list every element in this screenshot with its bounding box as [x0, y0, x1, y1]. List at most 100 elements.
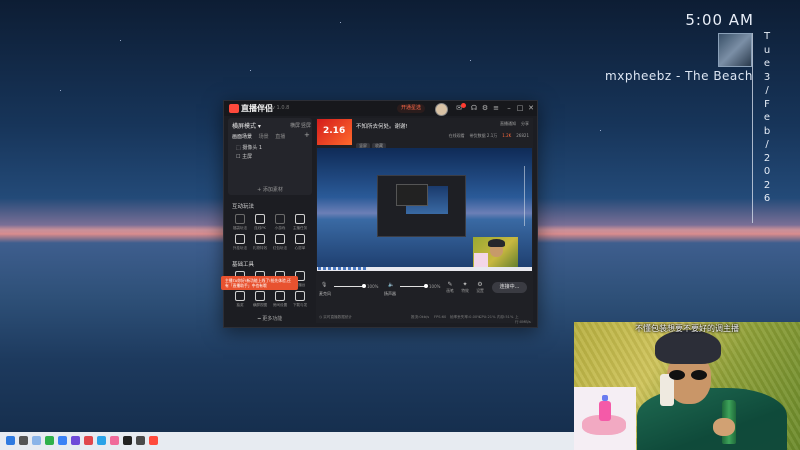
- right-panel: 2.16 不知所去何处。谢谢! 竖屏 收藏 直播通知 分享 在线观看 带货数据 2.1…: [316, 118, 533, 324]
- close-icon[interactable]: ✕: [527, 104, 535, 112]
- live-notice-button[interactable]: 直播通知: [500, 121, 516, 126]
- room-settings-icon: [275, 291, 285, 301]
- date-char: /: [765, 85, 769, 96]
- new-feature-toast[interactable]: 主播TA你好!新功能上线了!抢先体验,还有「直播助手」中也有哦: [221, 276, 298, 290]
- status-live-data[interactable]: ◷ 实时直播数据统计: [319, 315, 352, 320]
- plugin-icon: [235, 234, 245, 244]
- interact-item[interactable]: 红包玩法: [270, 234, 290, 251]
- sticker-image: [574, 387, 636, 450]
- maximize-icon[interactable]: □: [516, 104, 524, 112]
- gear-icon[interactable]: ⚙: [481, 104, 489, 112]
- section-tools: 基础工具: [232, 262, 255, 268]
- interact-item[interactable]: 主播任务: [290, 214, 310, 231]
- live-tools: 直播通知 分享: [495, 121, 529, 127]
- interact-item[interactable]: 福袋玩法: [230, 214, 250, 231]
- status-cpu: CPU:21%: [479, 315, 496, 319]
- vip-button[interactable]: 开通星选: [397, 104, 426, 113]
- stat-sales[interactable]: 带货数据 2.1万: [470, 133, 498, 138]
- source-item-screen[interactable]: ☐ 主屏: [236, 153, 252, 160]
- date-divider: [752, 33, 753, 223]
- app-icon[interactable]: [97, 436, 106, 445]
- date-char: /: [765, 139, 769, 150]
- mic-percent: 100%: [367, 284, 379, 289]
- tab-scenes[interactable]: 画面场景: [232, 134, 252, 140]
- go-live-button[interactable]: 连接中...: [492, 282, 527, 293]
- interact-item[interactable]: 心愿单: [290, 234, 310, 251]
- live-cover-thumbnail[interactable]: 2.16: [317, 119, 352, 145]
- app-icon[interactable]: [136, 436, 145, 445]
- status-memory: 内存:51%: [497, 315, 514, 319]
- add-source-button[interactable]: + 添加素材: [228, 186, 312, 193]
- effects-button[interactable]: ✦ 特效: [457, 281, 473, 294]
- date-char: 0: [763, 166, 771, 177]
- share-button[interactable]: 分享: [521, 121, 529, 126]
- status-upload: 上行:0MB/s: [515, 315, 531, 324]
- stat-total: 26821: [516, 133, 529, 138]
- streamer-hat: [655, 330, 721, 364]
- mic-slider[interactable]: [334, 284, 366, 288]
- status-drop: 帧率丢失率:0.00%: [450, 315, 481, 319]
- menu-icon[interactable]: ≡: [492, 104, 500, 112]
- tool-item[interactable]: 下载与发: [290, 291, 310, 308]
- download-icon: [295, 291, 305, 301]
- left-panel: 横屏模式 ▾ 横屏 竖屏 画面场景 场景 直播 + ⬚ 摄像头 1 ☐ 主屏 +…: [228, 118, 312, 325]
- status-bar: ◷ 实时直播数据统计 推流:0kb/s FPS:60 帧率丢失率:0.00% C…: [316, 314, 533, 324]
- speaker-label: 扬声器: [384, 291, 396, 296]
- browser-icon[interactable]: [58, 436, 67, 445]
- date-char: 3: [763, 71, 771, 83]
- headset-icon[interactable]: ☊: [470, 104, 478, 112]
- status-bitrate: 推流:0kb/s: [411, 315, 430, 319]
- live-stats: 在线观看 带货数据 2.1万 1.2K 26821: [444, 133, 529, 139]
- stream-preview[interactable]: [317, 148, 532, 271]
- brush-icon: ✎: [447, 281, 453, 288]
- settings-button[interactable]: ⚙ 设置: [472, 281, 488, 294]
- preview-taskbar: [317, 267, 532, 271]
- search-icon[interactable]: [19, 436, 28, 445]
- cover-text: 2.16: [323, 126, 346, 136]
- date-char: u: [763, 44, 771, 56]
- tab-live[interactable]: 直播: [275, 134, 285, 140]
- gift-icon: [255, 234, 265, 244]
- streaming-app-taskbar-icon[interactable]: [149, 436, 158, 445]
- interact-item[interactable]: 连线PK: [250, 214, 270, 231]
- app-icon[interactable]: [110, 436, 119, 445]
- tool-item[interactable]: 房间设置: [270, 291, 290, 308]
- tool-item[interactable]: 横屏视图: [250, 291, 270, 308]
- wechat-icon[interactable]: [45, 436, 54, 445]
- mic-icon[interactable]: 🎙: [321, 282, 327, 288]
- interact-item[interactable]: 礼物特效: [250, 234, 270, 251]
- live-title[interactable]: 不知所去何处。谢谢!: [356, 122, 408, 130]
- speaker-slider[interactable]: [400, 284, 428, 288]
- lucky-bag-icon: [235, 214, 245, 224]
- app-icon[interactable]: [123, 436, 132, 445]
- more-features-button[interactable]: ━ 更多功能: [228, 315, 312, 322]
- sunglasses: [669, 370, 709, 380]
- vertical-date: Tu e 3/Fe b/2 0 2 6: [760, 30, 774, 206]
- tool-item[interactable]: 抽奖: [230, 291, 250, 308]
- speaker-icon[interactable]: 🔈: [388, 282, 394, 288]
- explorer-icon[interactable]: [32, 436, 41, 445]
- scene-action-horizontal[interactable]: 横屏: [290, 122, 300, 129]
- view-icon: [255, 291, 265, 301]
- start-icon[interactable]: [6, 436, 15, 445]
- interact-item[interactable]: 小游戏: [270, 214, 290, 231]
- add-scene-icon[interactable]: +: [304, 131, 310, 139]
- red-packet-icon: [275, 234, 285, 244]
- interact-item[interactable]: 外挂玩法: [230, 234, 250, 251]
- app-icon[interactable]: [71, 436, 80, 445]
- notification-badge: [461, 103, 466, 108]
- tab-scene[interactable]: 场景: [259, 134, 269, 140]
- avatar[interactable]: [435, 103, 448, 116]
- minimize-icon[interactable]: –: [505, 104, 513, 112]
- source-item-camera[interactable]: ⬚ 摄像头 1: [236, 144, 262, 151]
- brush-button[interactable]: ✎ 画笔: [442, 281, 458, 294]
- scene-action-vertical[interactable]: 竖屏: [301, 122, 311, 129]
- now-playing: mxpheebz - The Beach: [605, 69, 753, 83]
- task-icon: [295, 214, 305, 224]
- lottery-icon: [235, 291, 245, 301]
- wishlist-icon: [295, 234, 305, 244]
- streaming-app-window: 直播伴侣 v 1.0.8 开通星选 ✉ ☊ ⚙ ≡ – □ ✕ 横屏模式 ▾ 横…: [223, 100, 538, 328]
- app-icon[interactable]: [84, 436, 93, 445]
- scene-mode-dropdown[interactable]: 横屏模式 ▾: [232, 121, 261, 130]
- stat-online[interactable]: 在线观看: [449, 133, 465, 138]
